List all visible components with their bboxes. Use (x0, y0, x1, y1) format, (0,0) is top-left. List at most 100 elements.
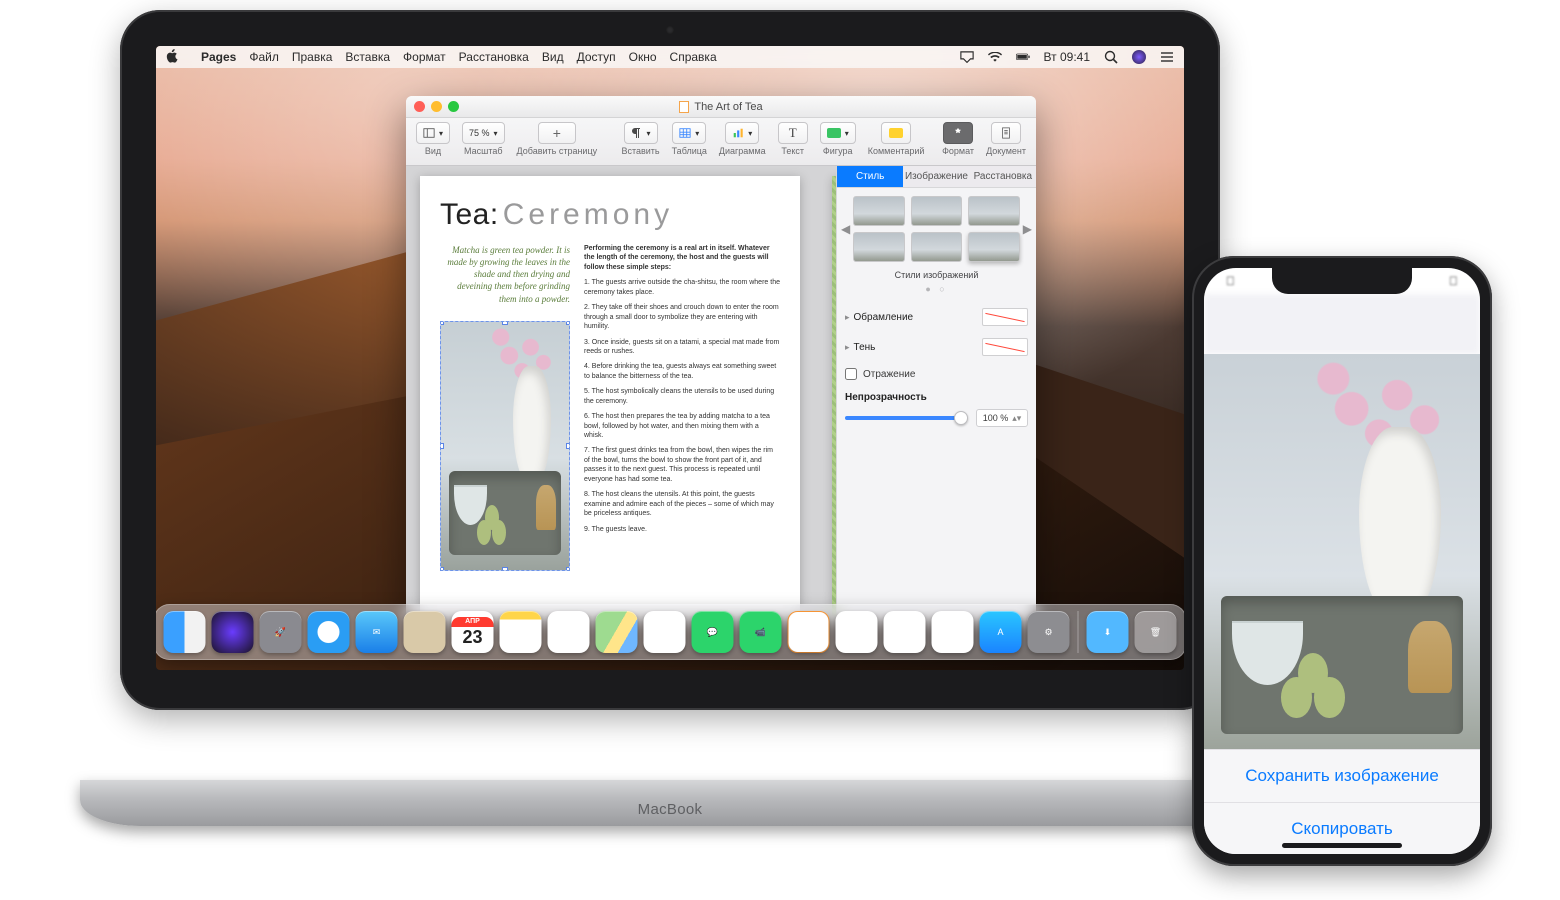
toolbar-chart-label: Диаграмма (719, 146, 766, 156)
opacity-field[interactable]: 100 %▴▾ (976, 409, 1028, 427)
menu-format[interactable]: Формат (403, 50, 446, 64)
notification-center-icon[interactable] (1160, 50, 1174, 64)
dock-downloads-icon[interactable]: ⬇︎ (1087, 611, 1129, 653)
toolbar-table-label: Таблица (672, 146, 707, 156)
toolbar-insert-button[interactable]: ▾ (624, 122, 658, 144)
document-page: Tea:Ceremony Matcha is green tea powder.… (420, 176, 800, 616)
dock-messages-icon[interactable]: 💬 (692, 611, 734, 653)
dock-settings-icon[interactable]: ⚙︎ (1028, 611, 1070, 653)
toolbar-table-button[interactable]: ▾ (672, 122, 706, 144)
spotlight-icon[interactable] (1104, 50, 1118, 64)
toolbar-zoom-select[interactable]: 75 %▾ (462, 122, 505, 144)
window-close-button[interactable] (414, 101, 425, 112)
toolbar-format-button[interactable] (943, 122, 973, 144)
dock-siri-icon[interactable] (212, 611, 254, 653)
workspace: Tea:Ceremony Matcha is green tea powder.… (406, 166, 1036, 621)
toolbar-shape-button[interactable]: ▾ (820, 122, 856, 144)
action-save-image[interactable]: Сохранить изображение (1204, 750, 1480, 802)
dock-notes-icon[interactable] (500, 611, 542, 653)
dock-calendar-icon[interactable]: АПР23 (452, 611, 494, 653)
menu-help[interactable]: Справка (670, 50, 717, 64)
menu-arrange[interactable]: Расстановка (459, 50, 529, 64)
document-intro-italic: Matcha is green tea powder. It is made b… (440, 244, 570, 305)
border-style-picker[interactable] (982, 308, 1028, 326)
window-titlebar[interactable]: The Art of Tea (406, 96, 1036, 118)
menu-view[interactable]: Вид (542, 50, 564, 64)
resize-handle[interactable] (566, 321, 570, 325)
image-style-thumb[interactable] (853, 196, 905, 226)
toolbar-insert-label: Вставить (621, 146, 659, 156)
toolbar-comment-button[interactable] (881, 122, 911, 144)
dock-finder-icon[interactable] (164, 611, 206, 653)
resize-handle[interactable] (502, 321, 508, 325)
dock-maps-icon[interactable] (596, 611, 638, 653)
toolbar-add-page-button[interactable]: + (538, 122, 576, 144)
menu-edit[interactable]: Правка (292, 50, 333, 64)
opacity-slider-knob[interactable] (954, 411, 968, 425)
next-page-peek (832, 176, 836, 616)
toolbar-view-label: Вид (425, 146, 441, 156)
resize-handle[interactable] (440, 567, 444, 571)
image-style-thumb[interactable] (968, 196, 1020, 226)
resize-handle[interactable] (440, 443, 444, 449)
window-minimize-button[interactable] (431, 101, 442, 112)
inspector-tab-style[interactable]: Стиль (837, 166, 903, 188)
inspector-tab-image[interactable]: Изображение (903, 166, 969, 188)
inspector-shadow-row[interactable]: ▸Тень (845, 332, 1028, 362)
dock-launchpad-icon[interactable]: 🚀 (260, 611, 302, 653)
image-style-thumb[interactable] (911, 196, 963, 226)
dock-pages-icon[interactable] (788, 611, 830, 653)
toolbar-document-button[interactable] (991, 122, 1021, 144)
apple-menu-icon[interactable] (166, 49, 178, 66)
toolbar: ▾ Вид 75 %▾ Масштаб + Добавить страницу … (406, 118, 1036, 166)
iphone-battery-icon: 􀛨 (1449, 274, 1458, 288)
shadow-style-picker[interactable] (982, 338, 1028, 356)
menu-insert[interactable]: Вставка (345, 50, 390, 64)
dock-keynote-icon[interactable] (884, 611, 926, 653)
window-zoom-button[interactable] (448, 101, 459, 112)
reflection-checkbox[interactable] (845, 368, 857, 380)
styles-pager[interactable]: ● ○ (845, 284, 1028, 294)
dock-facetime-icon[interactable]: 📹 (740, 611, 782, 653)
toolbar-chart-button[interactable]: ▾ (725, 122, 759, 144)
inspector-border-row[interactable]: ▸Обрамление (845, 302, 1028, 332)
styles-prev-button[interactable]: ◀ (841, 222, 850, 236)
styles-next-button[interactable]: ▶ (1023, 222, 1032, 236)
document-canvas[interactable]: Tea:Ceremony Matcha is green tea powder.… (406, 166, 836, 621)
dock-appstore-icon[interactable]: A (980, 611, 1022, 653)
inspector-reflection-row: Отражение (845, 362, 1028, 386)
resize-handle[interactable] (502, 567, 508, 571)
format-inspector: Стиль Изображение Расстановка ◀ (836, 166, 1036, 621)
resize-handle[interactable] (566, 443, 570, 449)
menu-file[interactable]: Файл (249, 50, 279, 64)
dock-mail-icon[interactable]: ✉︎ (356, 611, 398, 653)
dock-safari-icon[interactable] (308, 611, 350, 653)
dock-numbers-icon[interactable] (836, 611, 878, 653)
image-style-thumb[interactable] (968, 232, 1020, 262)
selected-image[interactable] (440, 321, 570, 571)
resize-handle[interactable] (440, 321, 444, 325)
iphone-frame: 􀛨 􀛨 Сохранить изображение Скопировать (1192, 256, 1492, 866)
dock-itunes-icon[interactable]: ♫ (932, 611, 974, 653)
toolbar-text-button[interactable]: T (778, 122, 808, 144)
siri-icon[interactable] (1132, 50, 1146, 64)
menubar-app-name[interactable]: Pages (201, 50, 236, 64)
menu-window[interactable]: Окно (629, 50, 657, 64)
resize-handle[interactable] (566, 567, 570, 571)
battery-icon[interactable] (1016, 50, 1030, 64)
inspector-tab-arrange[interactable]: Расстановка (970, 166, 1036, 188)
iphone-photo-preview[interactable] (1204, 354, 1480, 758)
menubar-clock[interactable]: Вт 09:41 (1044, 50, 1090, 64)
menu-share[interactable]: Доступ (577, 50, 616, 64)
wifi-icon[interactable] (988, 50, 1002, 64)
dock-reminders-icon[interactable] (548, 611, 590, 653)
dock-contacts-icon[interactable] (404, 611, 446, 653)
home-indicator[interactable] (1282, 843, 1402, 848)
image-style-thumb[interactable] (853, 232, 905, 262)
opacity-slider[interactable] (845, 416, 968, 420)
toolbar-view-button[interactable]: ▾ (416, 122, 450, 144)
dock-trash-icon[interactable]: 🗑 (1135, 611, 1177, 653)
image-style-thumb[interactable] (911, 232, 963, 262)
dock-photos-icon[interactable]: ✿ (644, 611, 686, 653)
airplay-icon[interactable] (960, 50, 974, 64)
